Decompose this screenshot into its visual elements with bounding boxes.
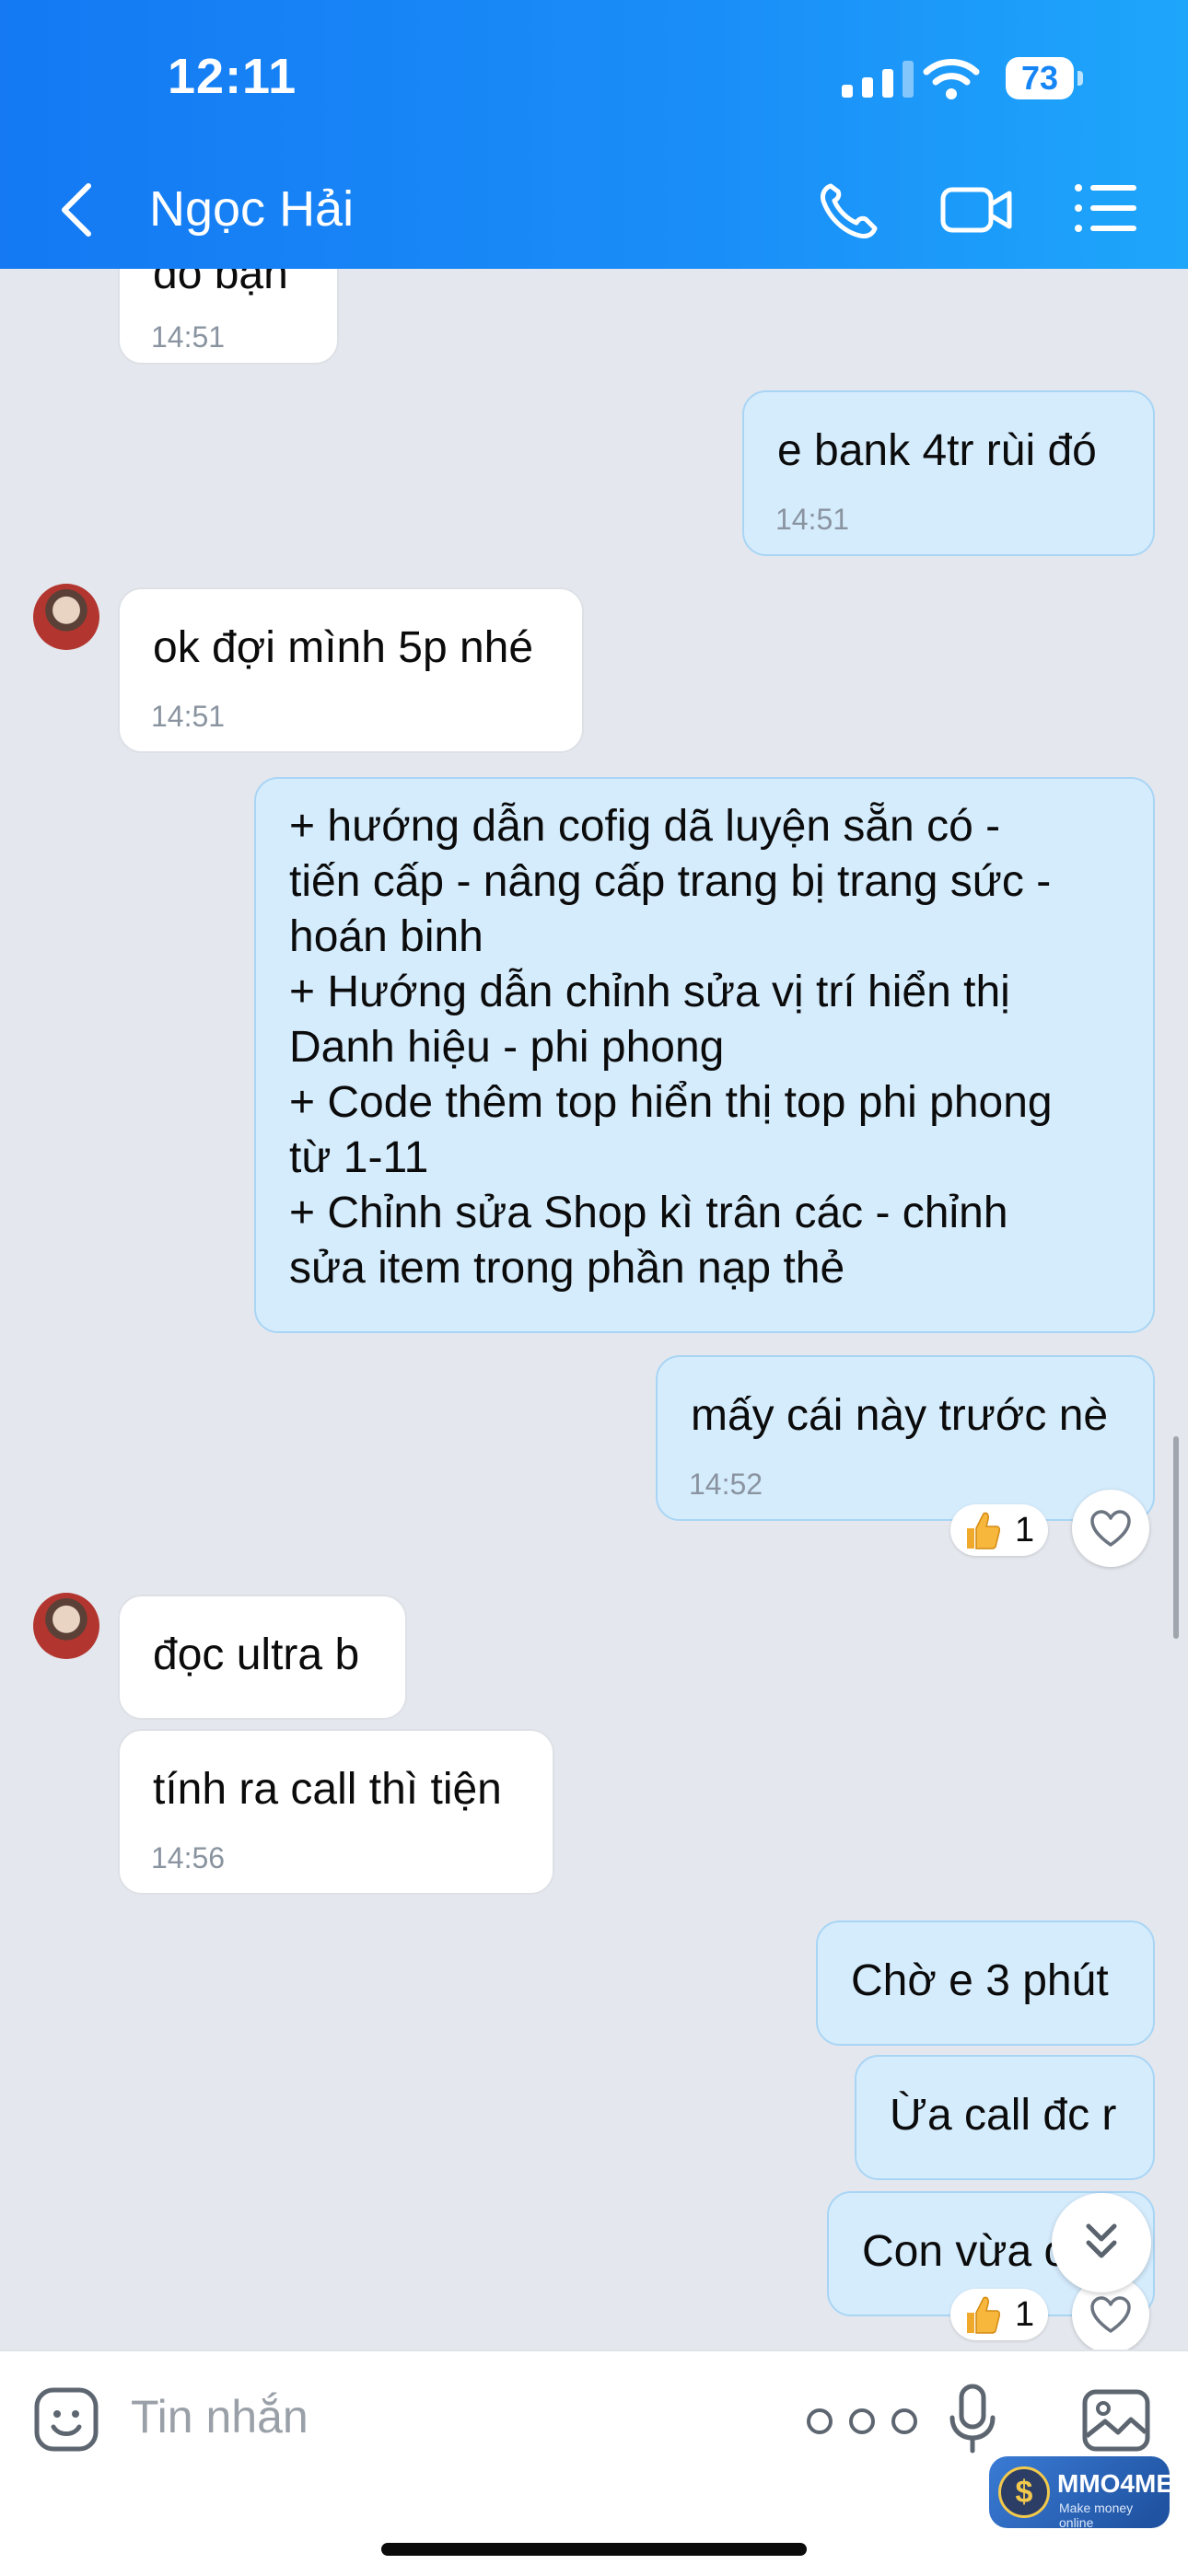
message-line: + Code thêm top hiển thị top phi phong	[289, 1078, 1053, 1127]
message-text: tính ra call thì tiện	[153, 1765, 502, 1814]
avatar[interactable]	[33, 584, 99, 650]
back-arrow-icon[interactable]	[57, 180, 98, 239]
microphone-icon[interactable]	[947, 2383, 998, 2456]
phone-call-icon[interactable]	[818, 180, 882, 239]
reaction-count: 1	[1015, 1511, 1035, 1549]
message-bubble[interactable]: ok đợi mình 5p nhé 14:51	[118, 587, 584, 753]
message-time: 14:56	[151, 1841, 226, 1874]
message-bubble[interactable]: Chờ e 3 phút	[816, 1920, 1155, 2046]
wifi-icon	[923, 59, 980, 99]
more-options-icon[interactable]	[801, 2403, 923, 2440]
reaction-count: 1	[1015, 2295, 1035, 2334]
watermark-name: MMO4ME	[1057, 2469, 1173, 2498]
image-gallery-icon[interactable]	[1081, 2388, 1151, 2453]
avatar[interactable]	[33, 1593, 99, 1659]
message-line: + Hướng dẫn chỉnh sửa vị trí hiển thị	[289, 968, 1010, 1016]
message-line: hoán binh	[289, 912, 483, 961]
message-text: ok đợi mình 5p nhé	[153, 623, 534, 672]
message-input[interactable]: Tin nhắn	[131, 2390, 309, 2443]
thumbs-up-icon	[967, 2296, 1000, 2334]
like-button[interactable]	[1072, 1490, 1149, 1567]
scrollbar[interactable]	[1173, 1436, 1179, 1639]
watermark-tagline: Make money online	[1059, 2501, 1134, 2530]
message-line: sửa item trong phần nạp thẻ	[289, 1244, 845, 1293]
heart-icon	[1090, 2296, 1131, 2333]
message-text: e bank 4tr rùi đó	[777, 426, 1097, 475]
message-bubble[interactable]: mấy cái này trước nè 14:52	[656, 1355, 1155, 1521]
message-time: 14:51	[151, 320, 226, 354]
message-line: Danh hiệu - phi phong	[289, 1023, 725, 1072]
message-bubble[interactable]: + hướng dẫn cofig dã luyện sẵn có - tiến…	[254, 777, 1155, 1333]
sticker-icon[interactable]	[33, 2386, 99, 2453]
contact-name[interactable]: Ngọc Hải	[149, 180, 354, 238]
message-time: 14:51	[775, 503, 850, 536]
scroll-to-bottom-button[interactable]	[1052, 2193, 1151, 2292]
double-chevron-down-icon	[1086, 2223, 1117, 2258]
battery-icon: 73	[1006, 57, 1083, 99]
message-bubble[interactable]: e bank 4tr rùi đó 14:51	[742, 390, 1155, 556]
message-line: + Chỉnh sửa Shop kì trân các - chỉnh	[289, 1189, 1008, 1237]
message-bubble[interactable]: đó bạn 14:51	[118, 269, 339, 365]
message-bubble[interactable]: đọc ultra b	[118, 1595, 407, 1720]
message-text: đó bạn	[153, 269, 288, 298]
watermark-logo: $ MMO4ME Make money online	[989, 2456, 1173, 2530]
message-text: đọc ultra b	[153, 1630, 360, 1679]
message-text: Ừa call đc r	[890, 2091, 1117, 2140]
message-text: Chờ e 3 phút	[851, 1956, 1109, 2005]
signal-icon	[842, 61, 914, 98]
message-time: 14:52	[689, 1468, 763, 1501]
reaction-badge[interactable]: 1	[950, 1504, 1048, 1556]
menu-list-icon[interactable]	[1074, 182, 1138, 234]
message-bubble[interactable]: tính ra call thì tiện 14:56	[118, 1729, 554, 1895]
message-text: mấy cái này trước nè	[691, 1391, 1109, 1440]
message-line: tiến cấp - nâng cấp trang bị trang sức -	[289, 857, 1052, 906]
message-time: 14:51	[151, 700, 226, 733]
reaction-badge[interactable]: 1	[950, 2289, 1048, 2340]
dollar-coin-icon: $	[998, 2466, 1050, 2518]
chat-header: 12:11 73 Ngọc Hải	[0, 0, 1188, 269]
battery-level: 73	[1006, 57, 1074, 99]
message-bubble[interactable]: Ừa call đc r	[855, 2055, 1155, 2180]
message-line: từ 1-11	[289, 1133, 429, 1182]
thumbs-up-icon	[967, 1512, 1000, 1549]
video-call-icon[interactable]	[939, 182, 1013, 238]
home-indicator[interactable]	[381, 2543, 807, 2556]
status-time: 12:11	[168, 49, 297, 104]
heart-icon	[1090, 1510, 1131, 1547]
message-list[interactable]: đó bạn 14:51 e bank 4tr rùi đó 14:51 ok …	[0, 269, 1188, 2350]
message-line: + hướng dẫn cofig dã luyện sẵn có -	[289, 802, 1001, 851]
